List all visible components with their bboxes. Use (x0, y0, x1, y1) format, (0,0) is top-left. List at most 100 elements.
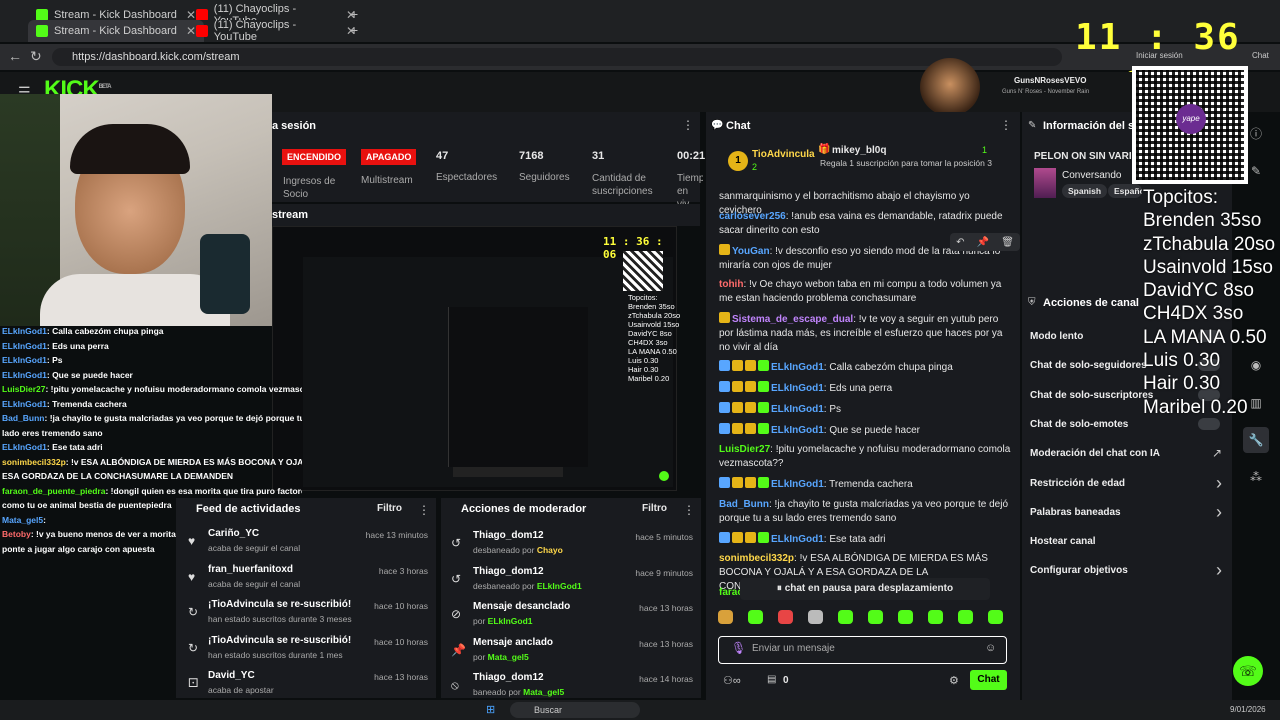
emote-icon[interactable] (958, 610, 973, 624)
pin-icon[interactable]: 📌 (977, 237, 989, 248)
overlay-chat-line: ESA GORDAZA DE LA CONCHASUMARE LA DEMAND… (2, 471, 302, 482)
channel-action-item[interactable]: Moderación del chat con IA ↗ (1022, 437, 1232, 463)
stream-preview[interactable]: 11 : 36 : 06 Topcitos: Brenden 35so zTch… (272, 226, 680, 491)
channel-action-item[interactable]: Restricción de edad › (1022, 467, 1232, 493)
info-icon[interactable]: ⓘ (1243, 120, 1269, 146)
mod-filter-button[interactable]: Filtro (642, 503, 667, 514)
external-link-icon: ↗ (1211, 446, 1222, 461)
mod-action-subtitle: por ELkInGod1 (473, 616, 533, 626)
reply-icon[interactable]: ↶ (956, 237, 964, 248)
emote-icon[interactable] (928, 610, 943, 624)
mod-action-item[interactable]: 📌 Mensaje anclado por Mata_gel5 hace 13 hor… (441, 635, 701, 669)
topcitos-line: LA MANA 0.50 (1143, 326, 1267, 348)
emote-icon[interactable] (808, 610, 823, 624)
category-name[interactable]: Conversando (1062, 170, 1121, 181)
taskbar-search[interactable]: Buscar (510, 702, 640, 718)
chat-username[interactable]: YouGan (732, 246, 770, 257)
user-badge-icon (758, 360, 769, 371)
stat-value: 00:21 (677, 150, 706, 162)
delete-icon[interactable]: 🗑 (1001, 237, 1014, 248)
activity-item[interactable]: ↻ ¡TioAdvincula se re-suscribió! han estad… (176, 633, 436, 667)
wrench-icon[interactable]: 🔧 (1243, 427, 1269, 453)
mod-action-item[interactable]: ⊘ Mensaje desanclado por ELkInGod1 hace 13 … (441, 599, 701, 633)
chat-username[interactable]: ELkInGod1 (771, 404, 824, 415)
chat-paused-banner[interactable]: ⏸ chat en pausa para desplazamiento (740, 578, 990, 600)
dice-icon: ⚀ (188, 676, 199, 690)
user-badge-icon (719, 360, 730, 371)
emote-icon[interactable] (838, 610, 853, 624)
pinned-user[interactable]: TioAdvincula (752, 149, 815, 160)
chat-username[interactable]: Sistema_de_escape_dual (732, 314, 853, 325)
activity-subtitle: han estado suscritos durante 1 mes (208, 649, 343, 660)
broadcast-icon[interactable]: ◉ (1243, 352, 1269, 378)
user-badge-icon (758, 477, 769, 488)
activity-item[interactable]: ↻ ¡TioAdvincula se re-suscribió! han estad… (176, 597, 436, 631)
chat-text: : Ps (823, 404, 842, 415)
chat-username[interactable]: LuisDier27 (719, 444, 770, 455)
activity-item[interactable]: ♥ Cariño_YC acaba de seguir el canal hace 1… (176, 526, 436, 560)
back-icon[interactable]: ← (8, 48, 22, 64)
browser-tab[interactable]: (11) Chayoclips - YouTube✕ (188, 19, 364, 43)
mod-action-item[interactable]: ↺ Thiago_dom12 desbaneado por Chayo hace 5 … (441, 528, 701, 562)
reload-icon[interactable]: ↻ (30, 48, 42, 65)
message-action-bar[interactable]: ↶ 📌 🗑 (950, 233, 1020, 251)
emoji-icon[interactable]: ☺ (985, 642, 996, 654)
chat-username[interactable]: ELkInGod1 (771, 383, 824, 394)
emote-icon[interactable] (868, 610, 883, 624)
settings-icon[interactable]: ⚙ (949, 674, 959, 687)
mic-icon[interactable]: 🎙 (731, 641, 746, 655)
activity-item[interactable]: ⚀ David_YC acaba de apostar hace 13 horas (176, 668, 436, 702)
send-chat-button[interactable]: Chat (970, 670, 1007, 690)
chat-username[interactable]: ELkInGod1 (771, 362, 824, 373)
new-tab-icon[interactable]: + (350, 22, 358, 38)
channel-action-item[interactable]: Palabras baneadas › (1022, 496, 1232, 522)
pinned-user-2[interactable]: mikey_bl0q (832, 145, 886, 156)
chat-username: sonimbecil332p (2, 456, 66, 467)
user-badge-icon (732, 423, 743, 434)
more-icon[interactable]: ⋮ (683, 503, 695, 517)
store-icon[interactable]: ▤ (767, 674, 776, 685)
tag-chip[interactable]: Español (1108, 184, 1142, 198)
chat-username[interactable]: carlosever256 (719, 211, 786, 222)
chat-username[interactable]: tohih (719, 279, 743, 290)
chat-username[interactable]: ELkInGod1 (771, 479, 824, 490)
chat-username[interactable]: ELkInGod1 (771, 534, 824, 545)
emote-icon[interactable] (988, 610, 1003, 624)
chat-username[interactable]: sonimbecil332p (719, 553, 794, 564)
apps-icon[interactable]: ⁂ (1243, 464, 1269, 490)
channel-action-item[interactable]: Hostear canal (1022, 525, 1232, 551)
refresh-icon: ↻ (188, 640, 199, 655)
activity-time: hace 10 horas (374, 636, 428, 647)
more-icon[interactable]: ⋮ (418, 503, 430, 517)
refresh-icon: ↻ (188, 605, 199, 619)
taskbar-date: 9/01/2026 (1230, 705, 1266, 714)
mod-action-item[interactable]: ↺ Thiago_dom12 desbaneado por ELkInGod1 hac… (441, 564, 701, 598)
windows-start-icon[interactable]: ⊞ (486, 703, 495, 716)
points-count: 0 (783, 675, 789, 686)
user-badge-icon (745, 477, 756, 488)
points-icon[interactable]: ⚇∞ (723, 674, 741, 687)
browser-tab-active[interactable]: Stream - Kick Dashboard ✕ (28, 20, 204, 42)
edit-icon[interactable]: ✎ (1243, 158, 1269, 184)
emote-icon[interactable] (898, 610, 913, 624)
emote-icon[interactable] (748, 610, 763, 624)
chat-text: : !ja chayito te gusta malcriadas ya veo… (44, 413, 303, 423)
activity-filter-button[interactable]: Filtro (377, 503, 402, 514)
url-input[interactable]: https://dashboard.kick.com/stream (52, 48, 1062, 66)
activity-item[interactable]: ♥ fran_huerfanitoxd acaba de seguir el can… (176, 562, 436, 596)
channel-action-item[interactable]: Configurar objetivos › (1022, 554, 1232, 580)
chat-username[interactable]: Bad_Bunn (719, 499, 769, 510)
more-icon[interactable]: ⋮ (682, 118, 694, 132)
stat-value: 31 (592, 150, 605, 162)
toggle-switch[interactable] (1198, 417, 1220, 430)
support-icon[interactable]: ☏ (1233, 656, 1263, 686)
layout-icon[interactable]: ▥ (1243, 390, 1269, 416)
tag-chip[interactable]: Spanish (1062, 184, 1108, 198)
emote-icon[interactable] (718, 610, 733, 624)
activity-time: hace 13 horas (374, 672, 428, 682)
chat-username[interactable]: ELkInGod1 (771, 425, 824, 436)
emote-icon[interactable] (778, 610, 793, 624)
mod-action-item[interactable]: ⦸ Thiago_dom12 baneado por Mata_gel5 hace 1… (441, 670, 701, 704)
more-icon[interactable]: ⋮ (1000, 118, 1012, 132)
kick-favicon-icon (36, 25, 48, 37)
